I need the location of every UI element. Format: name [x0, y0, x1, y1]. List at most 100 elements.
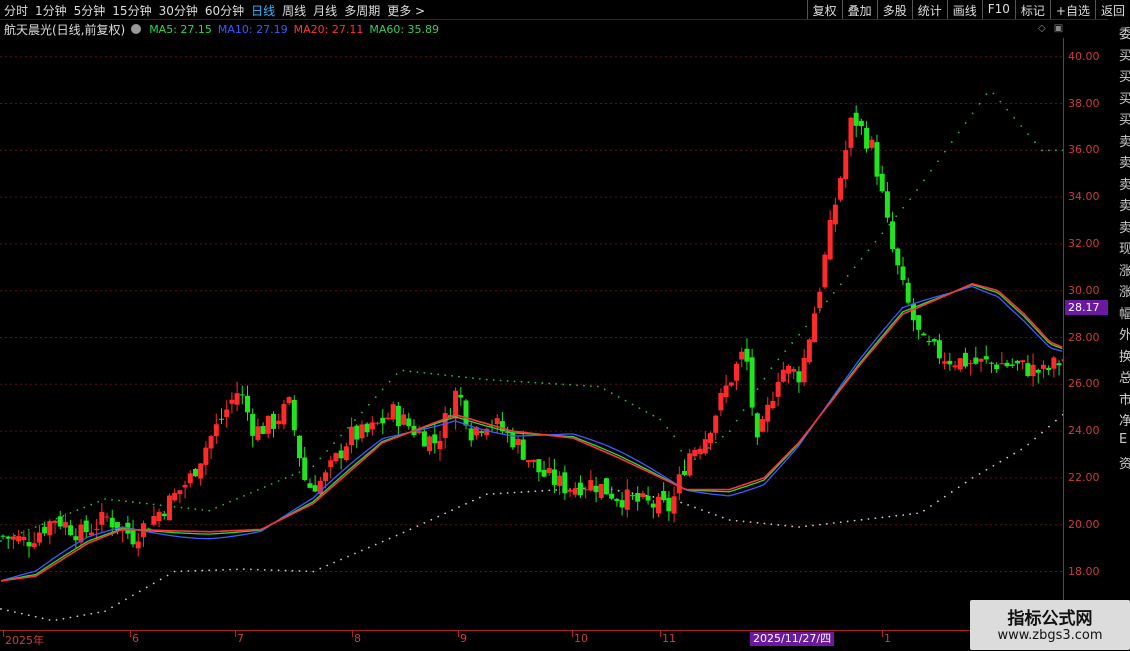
lower-band-dot [118, 602, 120, 605]
tab-6[interactable]: 日线 [251, 2, 275, 19]
quote-label: 卖 [1119, 177, 1130, 193]
toolbar-right-buttons: 复权 叠加 多股 统计 画线 F10 标记 +自选 返回 [806, 0, 1130, 19]
upper-band-dot [97, 500, 100, 503]
lower-band-dot [423, 522, 426, 524]
quote-label: 外 [1119, 328, 1130, 343]
candle-body [734, 363, 740, 381]
candle-body [343, 446, 349, 461]
quote-label: 市 [1119, 392, 1130, 408]
tab-2[interactable]: 5分钟 [74, 2, 106, 19]
candle-body [999, 363, 1005, 365]
chevron-down-icon[interactable] [131, 24, 142, 34]
candle-body [822, 254, 828, 288]
tab-10[interactable]: 更多 > [387, 2, 425, 19]
tab-8[interactable]: 月线 [313, 2, 337, 19]
tab-3[interactable]: 15分钟 [112, 2, 151, 19]
toolbar-button-3[interactable]: 统计 [911, 0, 947, 19]
lower-band-dot [41, 617, 44, 620]
price-label: 22.00 [1068, 470, 1100, 484]
upper-band-dot [13, 534, 16, 537]
lower-band-dot [916, 512, 918, 515]
candle-body [1046, 367, 1052, 370]
candle-body [234, 393, 240, 405]
candle-body [224, 409, 230, 417]
toolbar-button-2[interactable]: 多股 [876, 0, 912, 19]
candle-body [380, 417, 386, 424]
lower-band-dot [402, 531, 405, 534]
upper-band-dot [367, 403, 370, 406]
price-label: 38.00 [1068, 96, 1100, 110]
lower-band-dot [1048, 425, 1050, 428]
quote-label: 买 [1119, 91, 1130, 107]
toolbar-button-8[interactable]: 返回 [1094, 0, 1130, 19]
tab-5[interactable]: 60分钟 [205, 2, 244, 19]
upper-band-dot [312, 465, 315, 468]
upper-band-dot [118, 499, 120, 502]
candle-body [848, 117, 854, 148]
candle-body [94, 529, 100, 531]
candle-body [297, 435, 303, 459]
upper-band-dot [978, 102, 981, 105]
lower-band-dot [472, 499, 474, 502]
toolbar-button-6[interactable]: 标记 [1014, 0, 1050, 19]
lower-band-dot [173, 570, 176, 573]
upper-band-dot [714, 441, 717, 444]
upper-band-dot [1006, 108, 1009, 111]
lower-band-dot [284, 569, 287, 572]
quote-panel: 委买买买买卖卖卖卖卖现涨涨幅外换总市净E资 [1108, 19, 1130, 630]
upper-band-dot [416, 371, 419, 374]
candle-body [62, 522, 68, 528]
candle-body [0, 535, 6, 537]
candlestick-chart[interactable] [0, 38, 1063, 630]
upper-band-dot [659, 418, 662, 421]
upper-band-dot [756, 388, 759, 391]
tab-0[interactable]: 分时 [4, 2, 28, 19]
candle-body [427, 436, 433, 452]
candle-body [713, 415, 719, 433]
window-icon[interactable]: ▣ [1054, 23, 1063, 34]
upper-band-dot [971, 112, 974, 115]
candle-body [323, 472, 329, 481]
upper-band-dot [485, 378, 488, 381]
lower-band-dot [194, 569, 197, 572]
toolbar-button-1[interactable]: 叠加 [841, 0, 877, 19]
tab-1[interactable]: 1分钟 [35, 2, 67, 19]
candle-body [421, 431, 427, 447]
candle-body [1035, 369, 1041, 373]
lower-band-dot [853, 519, 856, 522]
lower-band-dot [236, 568, 238, 571]
time-tick [130, 631, 131, 637]
lower-band-dot [243, 568, 245, 571]
tab-9[interactable]: 多周期 [344, 2, 380, 19]
candle-body [916, 315, 922, 330]
upper-band-dot [631, 403, 634, 406]
lower-band-dot [791, 525, 794, 528]
upper-band-dot [256, 489, 259, 491]
candle-body [83, 520, 89, 533]
candle-body [250, 413, 256, 436]
toolbar-button-0[interactable]: 复权 [806, 0, 842, 19]
toolbar-button-5[interactable]: F10 [981, 0, 1015, 19]
lower-band-dot [256, 568, 259, 571]
toolbar-button-7[interactable]: +自选 [1049, 0, 1095, 19]
candle-body [161, 513, 167, 517]
upper-band-dot [333, 442, 336, 445]
candle-body [208, 436, 214, 449]
candle-body [957, 358, 963, 370]
upper-band-dot [180, 506, 183, 509]
lower-band-dot [478, 496, 481, 499]
quote-label: 买 [1119, 113, 1130, 128]
quote-label: 买 [1119, 48, 1130, 64]
tab-7[interactable]: 周线 [282, 2, 306, 19]
quote-label: 卖 [1119, 134, 1130, 150]
upper-band-dot [27, 528, 30, 531]
lower-band-dot [1034, 437, 1036, 440]
lower-band-dot [395, 534, 398, 537]
lower-band-dot [978, 472, 981, 475]
toolbar-button-4[interactable]: 画线 [946, 0, 982, 19]
tab-4[interactable]: 30分钟 [159, 2, 198, 19]
candle-body [198, 463, 204, 479]
upper-band-dot [1027, 133, 1030, 135]
diamond-icon[interactable]: ◇ [1038, 23, 1046, 34]
lower-band-dot [13, 611, 16, 613]
